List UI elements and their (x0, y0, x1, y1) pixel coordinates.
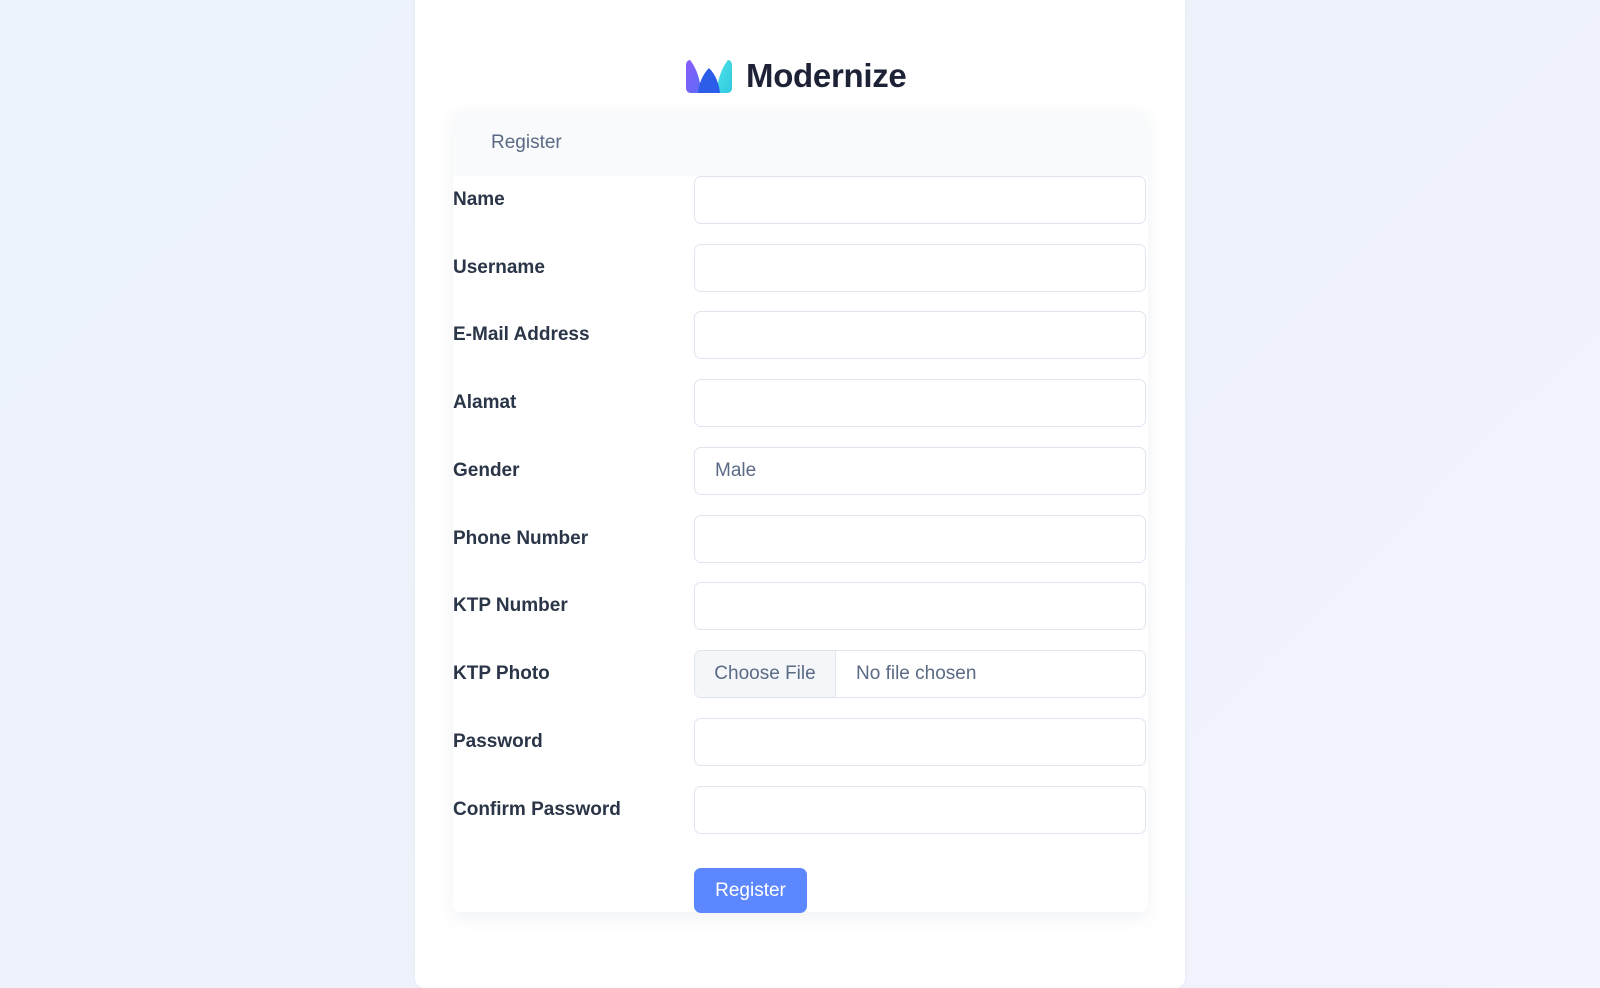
email-row: E-Mail Address (453, 311, 1148, 359)
modernize-logo-icon (686, 60, 732, 93)
ktp-photo-row: KTP Photo Choose File No file chosen (453, 650, 1148, 698)
gender-select[interactable]: Male (694, 447, 1146, 495)
username-input[interactable] (694, 244, 1146, 292)
phone-row: Phone Number (453, 515, 1148, 563)
ktp-photo-file-input[interactable]: Choose File No file chosen (694, 650, 1146, 698)
register-button[interactable]: Register (694, 868, 807, 913)
confirm-password-row: Confirm Password (453, 786, 1148, 834)
file-status: No file chosen (856, 663, 977, 684)
email-input[interactable] (694, 311, 1146, 359)
form-title: Register (491, 132, 562, 153)
email-label: E-Mail Address (453, 324, 590, 345)
confirm-password-label: Confirm Password (453, 799, 621, 820)
brand-logo[interactable]: Modernize (686, 56, 907, 96)
alamat-label: Alamat (453, 392, 517, 413)
gender-label: Gender (453, 460, 520, 481)
password-input[interactable] (694, 718, 1146, 766)
ktp-number-input[interactable] (694, 582, 1146, 630)
alamat-row: Alamat (453, 379, 1148, 427)
username-label: Username (453, 257, 545, 278)
gender-selected-value: Male (715, 460, 757, 481)
password-row: Password (453, 718, 1148, 766)
ktp-number-row: KTP Number (453, 582, 1148, 630)
register-form: Register Name Username E-Mail Address Al… (453, 110, 1148, 913)
phone-label: Phone Number (453, 528, 589, 549)
name-label: Name (453, 189, 505, 210)
username-row: Username (453, 244, 1148, 292)
ktp-number-label: KTP Number (453, 595, 568, 616)
phone-input[interactable] (694, 515, 1146, 563)
choose-file-button[interactable]: Choose File (695, 651, 836, 697)
password-label: Password (453, 731, 543, 752)
brand-name: Modernize (746, 57, 907, 94)
form-header: Register (453, 110, 1148, 176)
ktp-photo-label: KTP Photo (453, 663, 550, 684)
name-input[interactable] (694, 176, 1146, 224)
alamat-input[interactable] (694, 379, 1146, 427)
gender-row: Gender Male (453, 447, 1148, 495)
name-row: Name (453, 176, 1148, 224)
confirm-password-input[interactable] (694, 786, 1146, 834)
